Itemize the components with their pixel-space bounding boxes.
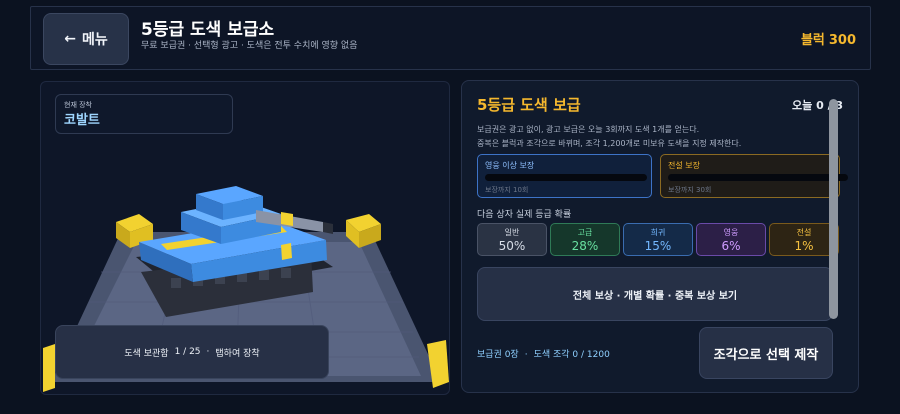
scrollbar[interactable] — [829, 99, 838, 319]
page-title: 5등급 도색 보급소 — [141, 20, 275, 40]
grade-common: 일반 50% — [477, 223, 547, 256]
pity-hero-sub: 보장까지 10회 — [485, 186, 529, 194]
grade-name: 고급 — [577, 228, 593, 237]
shard-count: 도색 조각 0 / 1200 — [533, 350, 610, 360]
currency-value: 300 — [828, 33, 856, 48]
pity-legend-title: 전설 보장 — [668, 161, 700, 170]
pity-legend-sub: 보장까지 30회 — [668, 186, 712, 194]
desc-line-1: 보급권은 광고 없이, 광고 보급은 오늘 3회까지 도색 1개를 얻는다. — [477, 125, 700, 134]
corner-cube-bl — [43, 344, 55, 392]
grade-rate: 1% — [794, 239, 814, 253]
craft-with-shards-button[interactable]: 조각으로 선택 제작 — [699, 327, 833, 379]
grade-rate: 28% — [571, 239, 599, 253]
collection-button[interactable]: 도색 보관함 1 / 25 · 탭하여 장착 — [55, 325, 329, 379]
menu-label: 메뉴 — [81, 32, 108, 48]
desc-line-2: 중복은 블럭과 조각으로 바뀌며, 조각 1,200개로 미보유 도색을 지정 … — [477, 139, 742, 148]
supply-panel: 5등급 도색 보급 오늘 0 / 3 보급권은 광고 없이, 광고 보급은 오늘… — [461, 80, 859, 393]
page-subtitle: 무료 보급권 · 선택형 광고 · 도색은 전투 수치에 영향 없음 — [141, 41, 358, 51]
supply-title: 5등급 도색 보급 — [477, 96, 581, 114]
collection-separator: · — [206, 347, 210, 357]
equipped-value: 코발트 — [64, 113, 100, 128]
info-separator: · — [524, 350, 528, 360]
grade-advanced: 고급 28% — [550, 223, 620, 256]
preview-panel: 현재 장착 코발트 도색 보관함 1 / 25 · 탭하여 장착 — [40, 81, 450, 395]
view-all-rewards-button[interactable]: 전체 보상 · 개별 확률 · 중복 보상 보기 — [477, 267, 833, 321]
pity-legend-bar — [668, 174, 848, 181]
grade-rate: 50% — [498, 239, 526, 253]
back-arrow-icon: ← — [64, 31, 76, 47]
today-label: 오늘 — [792, 99, 813, 112]
pity-hero-bar — [485, 174, 647, 181]
grade-name: 일반 — [504, 228, 520, 237]
collection-count: 1 / 25 — [174, 347, 201, 357]
grade-rate: 15% — [644, 239, 672, 253]
ticket-count: 보급권 0장 — [477, 350, 519, 360]
header: ← 메뉴 5등급 도색 보급소 무료 보급권 · 선택형 광고 · 도색은 전투… — [30, 6, 871, 70]
frame: ← 메뉴 5등급 도색 보급소 무료 보급권 · 선택형 광고 · 도색은 전투… — [30, 6, 871, 404]
grade-rare: 희귀 15% — [623, 223, 693, 256]
inventory-info: 보급권 0장 · 도색 조각 0 / 1200 — [477, 347, 610, 360]
grade-name: 영웅 — [723, 228, 739, 237]
menu-button[interactable]: ← 메뉴 — [43, 13, 129, 65]
currency-label: 블럭 — [800, 33, 825, 48]
pity-legend-card: 전설 보장 보장까지 30회 — [660, 154, 848, 198]
grade-name: 전설 — [796, 228, 812, 237]
supply-description: 보급권은 광고 없이, 광고 보급은 오늘 3회까지 도색 1개를 얻는다. 중… — [477, 123, 741, 151]
grade-rate: 6% — [721, 239, 741, 253]
grade-hero: 영웅 6% — [696, 223, 766, 256]
grade-name: 희귀 — [650, 228, 666, 237]
collection-label: 도색 보관함 — [124, 348, 169, 359]
pity-hero-card: 영웅 이상 보장 보장까지 10회 — [477, 154, 652, 198]
currency-display: 블럭 300 — [801, 29, 856, 48]
pity-hero-title: 영웅 이상 보장 — [485, 161, 535, 170]
rates-title: 다음 상자 실제 등급 확률 — [477, 210, 572, 220]
collection-hint: 탭하여 장착 — [215, 348, 260, 359]
equipped-skin-card: 현재 장착 코발트 — [55, 94, 233, 134]
